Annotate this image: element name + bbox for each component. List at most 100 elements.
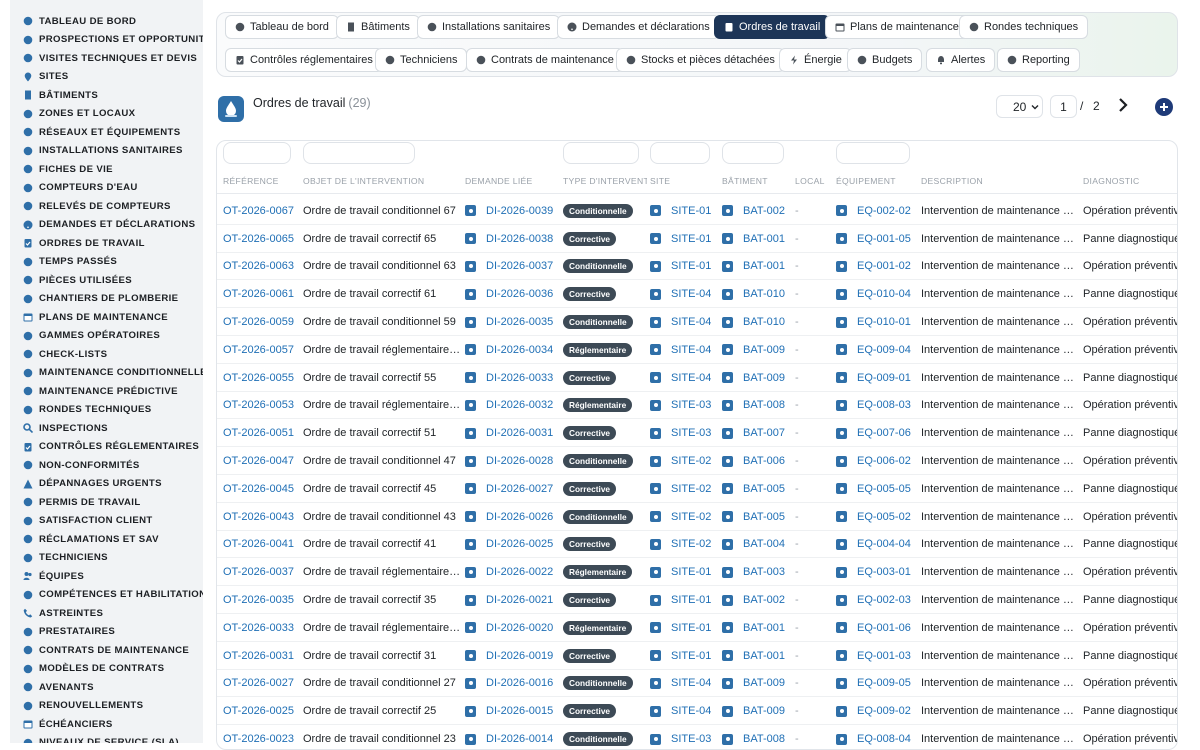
tab[interactable]: Ordres de travail — [714, 15, 831, 39]
building-link[interactable]: BAT-009 — [743, 372, 785, 384]
building-link[interactable]: BAT-009 — [743, 677, 785, 689]
sidebar-item[interactable]: DÉPANNAGES URGENTS — [10, 475, 203, 494]
reference-link[interactable]: OT-2026-0035 — [223, 594, 294, 606]
building-link[interactable]: BAT-004 — [743, 538, 785, 550]
table-row[interactable]: OT-2026-0055 Ordre de travail correctif 5… — [217, 364, 1177, 392]
column-header[interactable]: SITE — [650, 176, 720, 186]
column-filter-input[interactable] — [836, 142, 910, 164]
building-link[interactable]: BAT-010 — [743, 316, 785, 328]
table-row[interactable]: OT-2026-0067 Ordre de travail conditionne… — [217, 197, 1177, 225]
column-filter-input[interactable] — [223, 142, 291, 164]
table-row[interactable]: OT-2026-0031 Ordre de travail correctif 3… — [217, 642, 1177, 670]
sidebar-item[interactable]: ÉQUIPES — [10, 567, 203, 586]
sidebar-item[interactable]: COMPÉTENCES ET HABILITATIONS — [10, 586, 203, 605]
equipment-link[interactable]: EQ-001-02 — [857, 260, 911, 272]
table-row[interactable]: OT-2026-0059 Ordre de travail conditionne… — [217, 308, 1177, 336]
building-link[interactable]: BAT-006 — [743, 455, 785, 467]
site-link[interactable]: SITE-01 — [671, 622, 711, 634]
column-filter-input[interactable] — [650, 142, 710, 164]
linked-request-link[interactable]: DI-2026-0032 — [486, 399, 553, 411]
reference-link[interactable]: OT-2026-0033 — [223, 622, 294, 634]
column-header[interactable]: OBJET DE L'INTERVENTION — [303, 176, 461, 186]
sidebar-item[interactable]: TEMPS PASSÉS — [10, 253, 203, 272]
linked-request-link[interactable]: DI-2026-0037 — [486, 260, 553, 272]
linked-request-link[interactable]: DI-2026-0025 — [486, 538, 553, 550]
equipment-link[interactable]: EQ-009-04 — [857, 344, 911, 356]
reference-link[interactable]: OT-2026-0057 — [223, 344, 294, 356]
tab[interactable]: Demandes et déclarations — [557, 15, 720, 39]
reference-link[interactable]: OT-2026-0051 — [223, 427, 294, 439]
sidebar-item[interactable]: ORDRES DE TRAVAIL — [10, 234, 203, 253]
table-row[interactable]: OT-2026-0065 Ordre de travail correctif 6… — [217, 225, 1177, 253]
sidebar-item[interactable]: PLANS DE MAINTENANCE — [10, 308, 203, 327]
building-link[interactable]: BAT-005 — [743, 483, 785, 495]
site-link[interactable]: SITE-02 — [671, 538, 711, 550]
reference-link[interactable]: OT-2026-0047 — [223, 455, 294, 467]
building-link[interactable]: BAT-002 — [743, 205, 785, 217]
sidebar-item[interactable]: RONDES TECHNIQUES — [10, 401, 203, 420]
sidebar-item[interactable]: TABLEAU DE BORD — [10, 12, 203, 31]
tab[interactable]: Bâtiments — [336, 15, 420, 39]
column-header[interactable]: DESCRIPTION — [921, 176, 1079, 186]
sidebar-item[interactable]: INSTALLATIONS SANITAIRES — [10, 142, 203, 161]
reference-link[interactable]: OT-2026-0067 — [223, 205, 294, 217]
equipment-link[interactable]: EQ-009-02 — [857, 705, 911, 717]
tab[interactable]: Rondes techniques — [959, 15, 1089, 39]
table-row[interactable]: OT-2026-0041 Ordre de travail correctif 4… — [217, 531, 1177, 559]
site-link[interactable]: SITE-04 — [671, 372, 711, 384]
column-header[interactable]: TYPE D'INTERVENTION — [563, 176, 647, 186]
add-button[interactable] — [1155, 98, 1173, 116]
linked-request-link[interactable]: DI-2026-0016 — [486, 677, 553, 689]
tab[interactable]: Contrats de maintenance — [466, 48, 624, 72]
site-link[interactable]: SITE-02 — [671, 511, 711, 523]
building-link[interactable]: BAT-001 — [743, 260, 785, 272]
linked-request-link[interactable]: DI-2026-0021 — [486, 594, 553, 606]
tab[interactable]: Reporting — [997, 48, 1080, 72]
site-link[interactable]: SITE-01 — [671, 566, 711, 578]
linked-request-link[interactable]: DI-2026-0035 — [486, 316, 553, 328]
building-link[interactable]: BAT-008 — [743, 733, 785, 745]
equipment-link[interactable]: EQ-006-02 — [857, 455, 911, 467]
sidebar-item[interactable]: COMPTEURS D'EAU — [10, 179, 203, 198]
tab[interactable]: Énergie — [779, 48, 852, 72]
sidebar-item[interactable]: MAINTENANCE CONDITIONNELLE — [10, 364, 203, 383]
sidebar-item[interactable]: MODÈLES DE CONTRATS — [10, 660, 203, 679]
sidebar-item[interactable]: AVENANTS — [10, 678, 203, 697]
equipment-link[interactable]: EQ-004-04 — [857, 538, 911, 550]
site-link[interactable]: SITE-01 — [671, 205, 711, 217]
equipment-link[interactable]: EQ-010-04 — [857, 288, 911, 300]
linked-request-link[interactable]: DI-2026-0014 — [486, 733, 553, 745]
site-link[interactable]: SITE-03 — [671, 427, 711, 439]
reference-link[interactable]: OT-2026-0027 — [223, 677, 294, 689]
sidebar-item[interactable]: CHANTIERS DE PLOMBERIE — [10, 290, 203, 309]
sidebar-item[interactable]: DEMANDES ET DÉCLARATIONS — [10, 216, 203, 235]
table-row[interactable]: OT-2026-0025 Ordre de travail correctif 2… — [217, 697, 1177, 726]
site-link[interactable]: SITE-04 — [671, 316, 711, 328]
building-link[interactable]: BAT-005 — [743, 511, 785, 523]
table-row[interactable]: OT-2026-0057 Ordre de travail réglementai… — [217, 336, 1177, 364]
building-link[interactable]: BAT-002 — [743, 594, 785, 606]
building-link[interactable]: BAT-010 — [743, 288, 785, 300]
sidebar-item[interactable]: BÂTIMENTS — [10, 86, 203, 105]
building-link[interactable]: BAT-003 — [743, 566, 785, 578]
table-row[interactable]: OT-2026-0045 Ordre de travail correctif 4… — [217, 475, 1177, 503]
reference-link[interactable]: OT-2026-0025 — [223, 705, 294, 717]
reference-link[interactable]: OT-2026-0055 — [223, 372, 294, 384]
linked-request-link[interactable]: DI-2026-0015 — [486, 705, 553, 717]
equipment-link[interactable]: EQ-009-01 — [857, 372, 911, 384]
site-link[interactable]: SITE-03 — [671, 733, 711, 745]
linked-request-link[interactable]: DI-2026-0038 — [486, 233, 553, 245]
table-row[interactable]: OT-2026-0047 Ordre de travail conditionne… — [217, 447, 1177, 475]
sidebar-item[interactable]: PIÈCES UTILISÉES — [10, 271, 203, 290]
table-row[interactable]: OT-2026-0037 Ordre de travail réglementai… — [217, 558, 1177, 587]
equipment-link[interactable]: EQ-010-01 — [857, 316, 911, 328]
site-link[interactable]: SITE-04 — [671, 344, 711, 356]
site-link[interactable]: SITE-01 — [671, 233, 711, 245]
sidebar-item[interactable]: GAMMES OPÉRATOIRES — [10, 327, 203, 346]
equipment-link[interactable]: EQ-005-02 — [857, 511, 911, 523]
equipment-link[interactable]: EQ-001-03 — [857, 650, 911, 662]
sidebar-item[interactable]: RELEVÉS DE COMPTEURS — [10, 197, 203, 216]
sidebar-item[interactable]: MAINTENANCE PRÉDICTIVE — [10, 382, 203, 401]
equipment-link[interactable]: EQ-009-05 — [857, 677, 911, 689]
column-header[interactable]: DIAGNOSTIC — [1083, 176, 1177, 186]
